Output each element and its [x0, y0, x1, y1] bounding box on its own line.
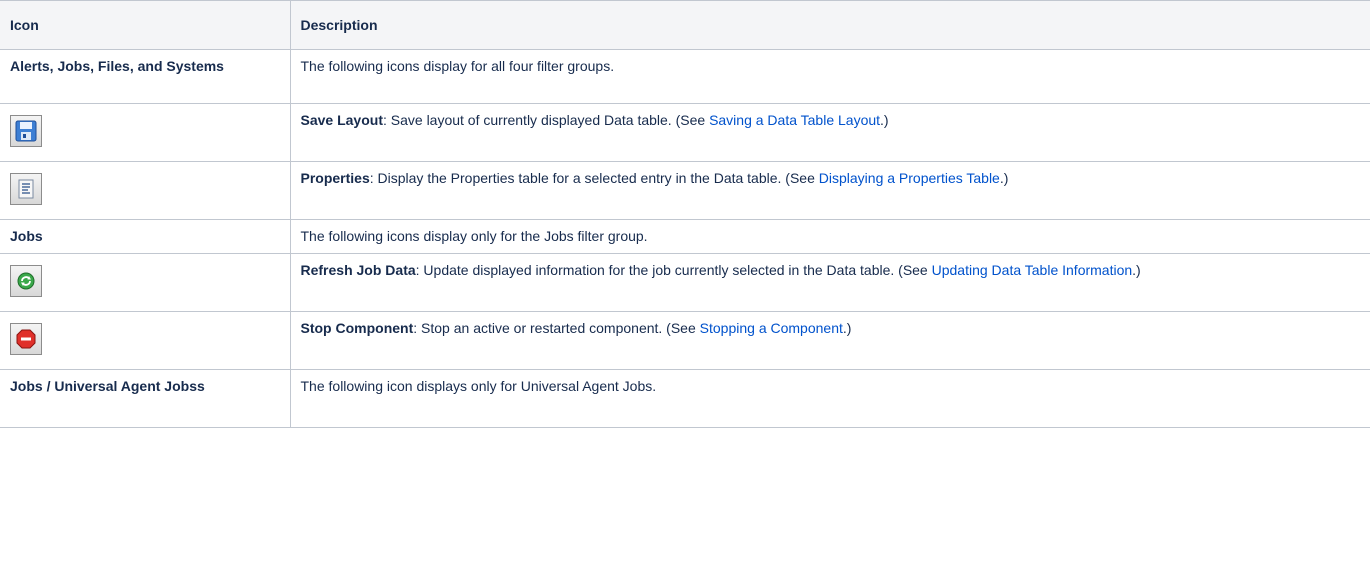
group-description: The following icons display only for the…: [300, 228, 648, 244]
group-label: Alerts, Jobs, Files, and Systems: [10, 58, 224, 74]
table-row-group-universal-agent: Jobs / Universal Agent Jobss The followi…: [0, 369, 1370, 428]
group-label-cell: Alerts, Jobs, Files, and Systems: [0, 49, 291, 104]
link-saving-data-table-layout[interactable]: Saving a Data Table Layout: [709, 112, 880, 128]
group-description: The following icon displays only for Uni…: [300, 378, 657, 394]
description-text-end: .): [880, 112, 889, 128]
description-text: : Update displayed information for the j…: [415, 262, 932, 278]
description-cell: Refresh Job Data: Update displayed infor…: [289, 253, 1370, 312]
table-row-refresh-job-data: Refresh Job Data: Update displayed infor…: [0, 253, 1370, 312]
icon-cell: [0, 103, 291, 162]
icon-description-table: Icon Description Alerts, Jobs, Files, an…: [0, 0, 1370, 428]
description-text: : Display the Properties table for a sel…: [369, 170, 819, 186]
description-cell: The following icons display only for the…: [289, 219, 1370, 254]
icon-cell: [0, 161, 291, 220]
description-cell: The following icon displays only for Uni…: [289, 369, 1370, 428]
properties-icon: [10, 173, 42, 205]
stop-component-icon: [10, 323, 42, 355]
table-row-group-alerts: Alerts, Jobs, Files, and Systems The fol…: [0, 49, 1370, 104]
description-cell: Stop Component: Stop an active or restar…: [289, 311, 1370, 370]
description-text: : Save layout of currently displayed Dat…: [382, 112, 710, 128]
description-cell: Properties: Display the Properties table…: [289, 161, 1370, 220]
description-text: : Stop an active or restarted component.…: [413, 320, 700, 336]
table-row-properties: Properties: Display the Properties table…: [0, 161, 1370, 220]
link-stopping-a-component[interactable]: Stopping a Component: [700, 320, 843, 336]
group-label-cell: Jobs / Universal Agent Jobss: [0, 369, 291, 428]
description-text-end: .): [1132, 262, 1141, 278]
term-save-layout: Save Layout: [300, 112, 383, 128]
description-cell: Save Layout: Save layout of currently di…: [289, 103, 1370, 162]
description-text-end: .): [999, 170, 1009, 186]
group-description: The following icons display for all four…: [300, 58, 615, 74]
icon-cell: [0, 311, 291, 370]
refresh-job-data-icon: [10, 265, 42, 297]
save-layout-icon: [10, 115, 42, 147]
column-header-icon: Icon: [0, 0, 291, 50]
table-row-save-layout: Save Layout: Save layout of currently di…: [0, 103, 1370, 162]
description-cell: The following icons display for all four…: [289, 49, 1370, 104]
group-label: Jobs / Universal Agent Jobss: [10, 378, 205, 394]
link-updating-data-table-information[interactable]: Updating Data Table Information: [932, 262, 1133, 278]
description-text-end: .): [842, 320, 852, 336]
link-displaying-properties-table[interactable]: Displaying a Properties Table: [819, 170, 1000, 186]
column-header-description: Description: [289, 0, 1370, 50]
term-refresh-job-data: Refresh Job Data: [300, 262, 416, 278]
term-stop-component: Stop Component: [300, 320, 414, 336]
group-label: Jobs: [10, 228, 43, 244]
icon-cell: [0, 253, 291, 312]
table-header-row: Icon Description: [0, 0, 1370, 50]
table-row-stop-component: Stop Component: Stop an active or restar…: [0, 311, 1370, 370]
table-row-group-jobs: Jobs The following icons display only fo…: [0, 219, 1370, 254]
group-label-cell: Jobs: [0, 219, 291, 254]
term-properties: Properties: [300, 170, 370, 186]
